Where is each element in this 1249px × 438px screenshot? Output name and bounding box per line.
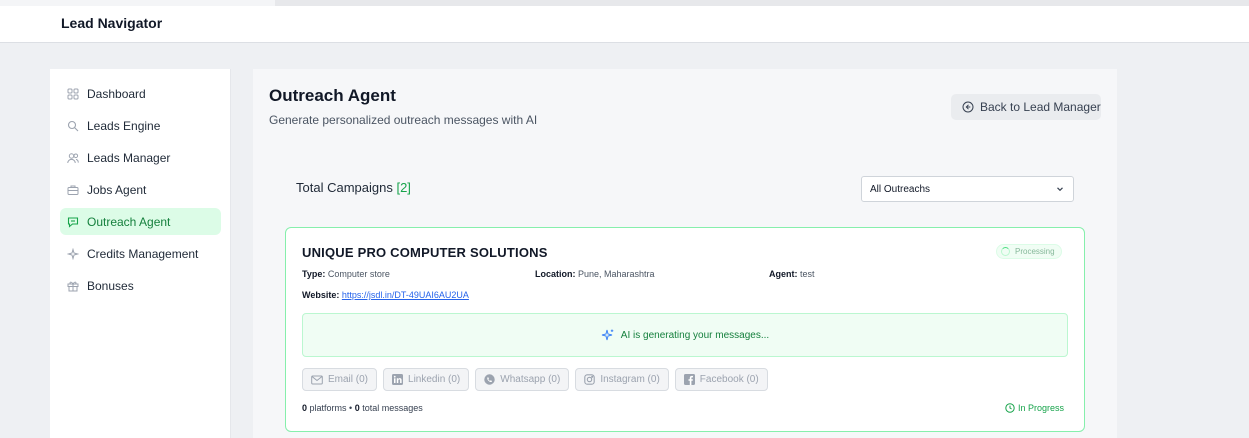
sidebar-item-label: Outreach Agent [87,214,171,229]
top-header: Lead Navigator [0,6,1249,43]
sidebar: Dashboard Leads Engine Leads Manager Job… [50,69,231,438]
sidebar-item-jobs-agent[interactable]: Jobs Agent [60,176,221,203]
linkedin-platform-label: Linkedin (0) [408,374,461,385]
instagram-icon [584,374,596,385]
total-campaigns-label: Total Campaigns [296,180,393,195]
agent-label: Agent: [769,269,798,279]
sparkles-icon [601,328,615,342]
linkedin-platform-button[interactable]: Linkedin (0) [383,368,470,391]
sidebar-item-credits-management[interactable]: Credits Management [60,240,221,267]
gift-icon [67,280,79,292]
campaign-agent: Agent: test [769,269,815,279]
total-campaigns-count: [2] [396,180,411,195]
sparkle-icon [67,247,79,260]
sidebar-item-label: Leads Engine [87,118,161,133]
facebook-platform-label: Facebook (0) [699,374,759,385]
sidebar-item-leads-manager[interactable]: Leads Manager [60,144,221,171]
agent-value: test [800,269,815,279]
platform-buttons: Email (0) Linkedin (0) Whatsapp (0) Inst… [302,368,774,391]
sidebar-item-label: Leads Manager [87,150,171,165]
mail-icon [311,375,323,385]
website-link[interactable]: https://jsdl.in/DT-49UAI6AU2UA [342,290,469,300]
platform-count-text: platforms • [309,403,353,413]
type-label: Type: [302,269,326,279]
message-count-text: total messages [362,403,423,413]
search-icon [67,120,79,132]
sidebar-item-outreach-agent[interactable]: Outreach Agent [60,208,221,235]
campaign-type: Type: Computer store [302,269,390,279]
message-count: 0 [354,403,360,413]
instagram-platform-label: Instagram (0) [600,374,660,385]
type-value: Computer store [327,269,390,279]
page-subtitle: Generate personalized outreach messages … [269,113,538,127]
instagram-platform-button[interactable]: Instagram (0) [575,368,669,391]
briefcase-icon [67,184,79,196]
filter-selected-value: All Outreachs [870,183,931,195]
total-campaigns: Total Campaigns [2] [296,180,411,195]
progress-status: In Progress [1005,403,1064,413]
sidebar-item-dashboard[interactable]: Dashboard [60,80,221,107]
facebook-platform-button[interactable]: Facebook (0) [674,368,768,391]
sidebar-item-label: Bonuses [87,278,134,293]
message-icon [67,216,79,228]
platform-count: 0 [302,403,308,413]
ai-generating-box: AI is generating your messages... [302,313,1068,357]
email-platform-button[interactable]: Email (0) [302,368,378,391]
whatsapp-icon [484,374,495,385]
location-label: Location: [535,269,576,279]
clock-icon [1005,403,1015,413]
campaign-summary: 0 platforms • 0 total messages [302,403,423,413]
spinner-icon [1001,247,1010,256]
page-title: Outreach Agent [269,86,396,105]
whatsapp-platform-button[interactable]: Whatsapp (0) [475,368,570,391]
location-value: Pune, Maharashtra [578,269,655,279]
campaign-website: Website: https://jsdl.in/DT-49UAI6AU2UA [302,290,469,300]
back-button-label: Back to Lead Manager [980,100,1101,114]
whatsapp-platform-label: Whatsapp (0) [500,374,561,385]
arrow-left-circle-icon [962,101,974,113]
sidebar-item-label: Dashboard [87,86,146,101]
sidebar-item-label: Jobs Agent [87,182,147,197]
status-badge-label: Processing [1015,247,1055,256]
campaign-card[interactable]: UNIQUE PRO COMPUTER SOLUTIONS Processing… [285,227,1085,432]
chevron-down-icon [1055,184,1065,194]
campaign-name: UNIQUE PRO COMPUTER SOLUTIONS [302,245,548,260]
status-badge: Processing [996,244,1062,259]
facebook-icon [683,374,695,385]
ai-generating-text: AI is generating your messages... [620,329,770,341]
outreach-filter-select[interactable]: All Outreachs [861,176,1074,202]
users-icon [67,152,79,164]
sidebar-item-bonuses[interactable]: Bonuses [60,272,221,299]
campaign-location: Location: Pune, Maharashtra [535,269,655,279]
progress-status-label: In Progress [1018,403,1065,413]
main-content: Outreach Agent Generate personalized out… [253,69,1117,438]
app-title: Lead Navigator [61,15,163,31]
website-label: Website: [302,290,340,300]
email-platform-label: Email (0) [328,374,369,385]
back-to-lead-manager-button[interactable]: Back to Lead Manager [951,94,1101,120]
grid-icon [67,88,79,100]
linkedin-icon [392,374,404,385]
sidebar-item-leads-engine[interactable]: Leads Engine [60,112,221,139]
sidebar-item-label: Credits Management [87,246,199,261]
